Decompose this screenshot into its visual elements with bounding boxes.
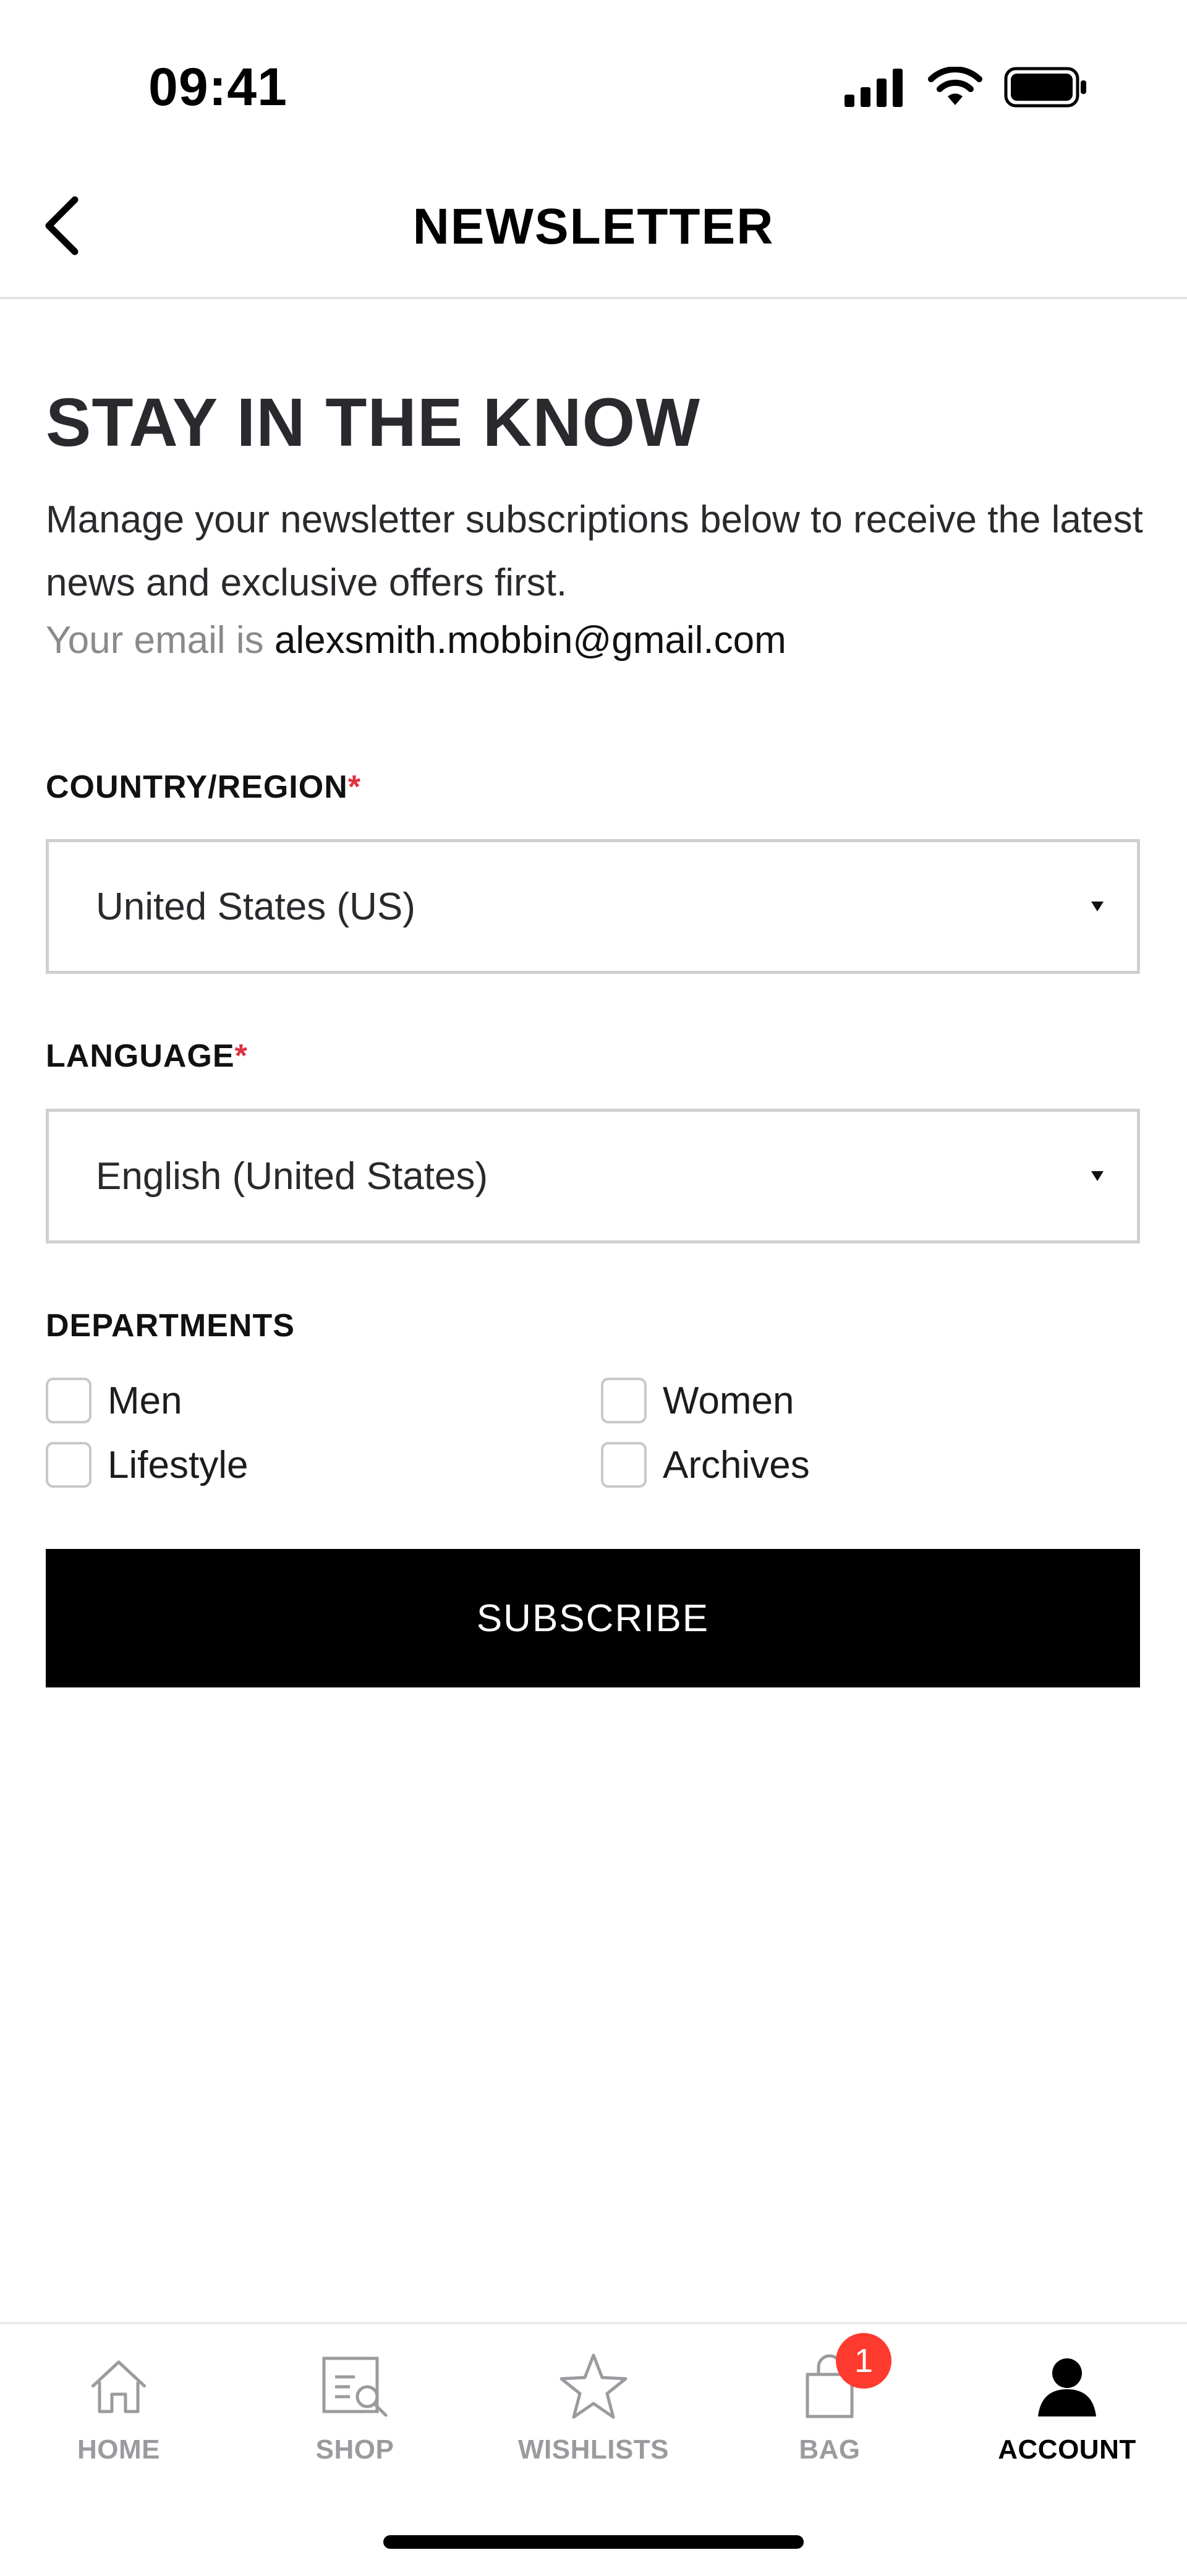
tab-home[interactable]: HOME	[26, 2349, 211, 2504]
language-select[interactable]: English (United States)	[46, 1109, 1140, 1243]
required-mark: *	[347, 769, 362, 805]
status-icons	[845, 67, 1088, 108]
required-mark: *	[234, 1038, 248, 1074]
checkbox-lifestyle[interactable]: Lifestyle	[46, 1442, 248, 1488]
checkbox-archives[interactable]: Archives	[601, 1442, 810, 1488]
home-indicator	[383, 2535, 804, 2549]
checkbox-label: Women	[663, 1379, 794, 1422]
caret-down-icon	[1091, 902, 1104, 911]
language-select-value: English (United States)	[96, 1154, 488, 1198]
tab-wishlists[interactable]: WISHLISTS	[501, 2349, 686, 2504]
shop-search-icon	[318, 2349, 392, 2423]
status-time: 09:41	[148, 58, 287, 117]
battery-icon	[1004, 67, 1086, 108]
checkbox-label: Men	[108, 1379, 182, 1422]
language-label: LANGUAGE*	[46, 1038, 248, 1075]
person-icon	[1030, 2349, 1104, 2423]
tab-label: HOME	[77, 2434, 160, 2465]
checkbox-label: Lifestyle	[108, 1443, 249, 1486]
star-icon	[556, 2349, 631, 2423]
email-prefix: Your email is	[46, 619, 274, 662]
country-label-text: COUNTRY/REGION	[46, 769, 348, 805]
hero-description: Manage your newsletter subscriptions bel…	[46, 498, 1143, 604]
wifi-icon	[928, 67, 982, 105]
language-label-text: LANGUAGE	[46, 1038, 235, 1074]
country-select[interactable]: United States (US)	[46, 839, 1140, 974]
tab-label: ACCOUNT	[998, 2434, 1136, 2465]
tab-bag[interactable]: 1 BAG	[737, 2333, 922, 2504]
bag-badge: 1	[836, 2333, 891, 2389]
page-title: NEWSLETTER	[412, 198, 775, 255]
nav-header: NEWSLETTER	[0, 148, 1187, 299]
tab-label: SHOP	[315, 2434, 394, 2465]
email-value: alexsmith.mobbin@gmail.com	[274, 619, 786, 662]
tab-account[interactable]: ACCOUNT	[974, 2349, 1160, 2504]
departments-label: DEPARTMENTS	[46, 1308, 295, 1344]
checkbox-box[interactable]	[601, 1378, 647, 1423]
subscribe-button[interactable]: SUBSCRIBE	[46, 1549, 1140, 1687]
tab-shop[interactable]: SHOP	[262, 2349, 448, 2504]
country-label: COUNTRY/REGION*	[46, 769, 361, 806]
caret-down-icon	[1091, 1171, 1104, 1181]
tab-label: BAG	[799, 2434, 861, 2465]
checkbox-men[interactable]: Men	[46, 1378, 182, 1423]
home-icon	[82, 2349, 156, 2423]
checkbox-box[interactable]	[46, 1378, 91, 1423]
email-line: Your email is alexsmith.mobbin@gmail.com	[46, 618, 786, 662]
checkbox-box[interactable]	[601, 1442, 647, 1488]
checkbox-box[interactable]	[46, 1442, 91, 1488]
checkbox-label: Archives	[663, 1443, 810, 1486]
checkbox-women[interactable]: Women	[601, 1378, 794, 1423]
country-select-value: United States (US)	[96, 885, 415, 928]
bag-icon: 1	[793, 2333, 891, 2423]
cellular-signal-icon	[845, 69, 903, 107]
hero-title: STAY IN THE KNOW	[46, 385, 701, 461]
tab-label: WISHLISTS	[517, 2434, 670, 2465]
